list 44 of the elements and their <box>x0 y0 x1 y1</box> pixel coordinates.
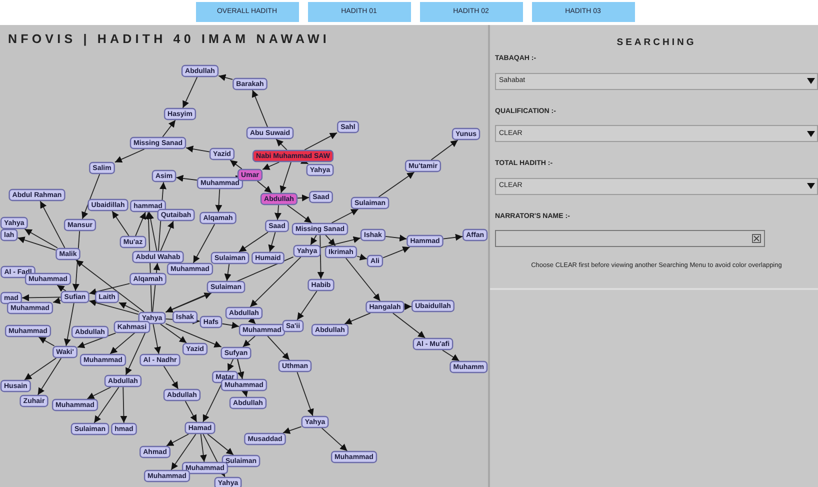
edge-arrow <box>230 160 242 170</box>
caret-icon <box>807 130 815 137</box>
edge-arrow <box>162 120 176 138</box>
clear-icon[interactable] <box>752 234 761 244</box>
input-field[interactable] <box>495 230 765 248</box>
edge-arrow <box>344 312 371 324</box>
edge-arrow <box>248 316 256 324</box>
edge-arrow <box>202 382 222 422</box>
edge-arrow <box>176 174 198 182</box>
edge-arrow <box>256 180 272 194</box>
edge-arrow <box>321 428 348 452</box>
edge-arrow <box>286 204 312 224</box>
edge-arrow <box>218 74 234 81</box>
edge-arrow <box>182 76 198 108</box>
edge-arrow <box>252 90 268 128</box>
edge-arrow <box>242 336 256 348</box>
edge-arrow <box>276 138 288 150</box>
edge-arrow <box>297 194 310 202</box>
edge-arrow <box>430 140 458 160</box>
edge-arrow <box>215 188 222 212</box>
edge-arrow <box>274 204 282 220</box>
caret-icon <box>807 183 815 190</box>
edge-arrow <box>112 210 130 236</box>
edge-arrow <box>442 350 460 362</box>
edge-arrow <box>378 172 415 198</box>
edge-arrow <box>38 336 55 346</box>
edge-arrow <box>304 132 338 150</box>
edge-arrow <box>186 146 210 152</box>
edge-arrow <box>282 426 302 434</box>
edge-arrow <box>392 312 426 338</box>
edge-arrow <box>184 400 198 422</box>
edge-arrow <box>404 303 412 310</box>
edge-arrow <box>331 208 359 224</box>
graph-title: NFOVIS | HADITH 40 IMAM NAWAWI <box>8 31 330 48</box>
panel-title: SEARCHING <box>616 36 698 50</box>
edge-arrow <box>163 366 179 390</box>
edge-arrow <box>227 358 234 372</box>
caret-icon <box>807 78 815 84</box>
edge-arrow <box>267 336 290 360</box>
edge-arrow <box>442 234 463 241</box>
edge-arrow <box>114 148 145 163</box>
edge-arrow <box>382 246 410 258</box>
edge-arrow <box>385 234 408 242</box>
edge-arrow <box>296 372 314 416</box>
